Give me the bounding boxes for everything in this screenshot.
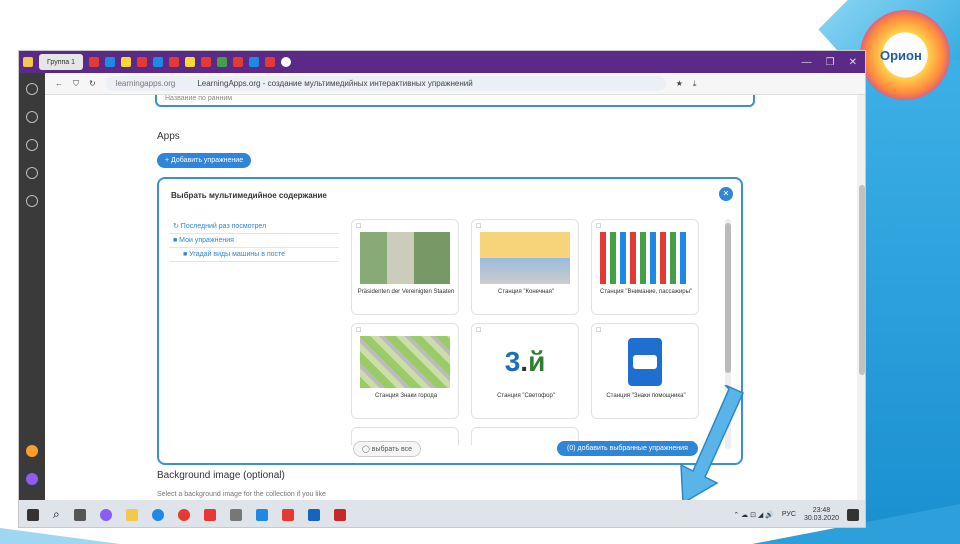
exercise-caption: Станция "Конечная" bbox=[498, 289, 554, 295]
bus-stop-icon bbox=[628, 338, 662, 386]
exercise-card[interactable]: ☐ 3.й Станция "Светофор" bbox=[471, 323, 579, 419]
checkbox[interactable]: ☐ bbox=[596, 223, 601, 230]
taskbar-app-icon[interactable] bbox=[333, 508, 346, 521]
background-heading: Background image (optional) bbox=[157, 470, 285, 481]
exercise-card[interactable]: ☐ Станция Знаки города bbox=[351, 323, 459, 419]
bookmark-icon[interactable]: ★ bbox=[676, 79, 683, 88]
taskbar-app-icon[interactable] bbox=[229, 508, 242, 521]
checkbox[interactable]: ☐ bbox=[596, 327, 601, 334]
slide: Орион Группа 1 — ❐ ✕ ← ⛉ ↻ learningapps.… bbox=[0, 0, 960, 544]
system-tray: ⌃ ☁ ⊡ ◢ 🔊 РУС 23:48 30.03.2020 bbox=[733, 507, 865, 523]
exercise-thumbnail: 3.й bbox=[504, 346, 546, 377]
exercise-card[interactable]: ☐ Станция "Конечная" bbox=[471, 219, 579, 315]
exercise-caption: Станция "Внимание, пассажиры" bbox=[599, 289, 693, 295]
decor-bottom-left bbox=[0, 528, 120, 544]
app-orange-icon[interactable] bbox=[26, 445, 38, 457]
select-all-button[interactable]: ◯ выбрать все bbox=[353, 441, 422, 457]
language-indicator[interactable]: РУС bbox=[782, 511, 796, 518]
taskbar-app-icon[interactable] bbox=[307, 508, 320, 521]
school-logo: Орион bbox=[860, 10, 950, 100]
screenshot-icon[interactable] bbox=[26, 195, 38, 207]
taskbar-app-icon[interactable] bbox=[151, 508, 164, 521]
add-exercise-button[interactable]: + Добавить упражнение bbox=[157, 153, 252, 168]
tree-item-recent[interactable]: ↻ Последний раз посмотрел bbox=[169, 219, 339, 234]
window-controls: — ❐ ✕ bbox=[802, 57, 865, 68]
exercise-thumbnail bbox=[360, 336, 450, 388]
settings-icon[interactable] bbox=[26, 111, 38, 123]
address-bar: ← ⛉ ↻ learningapps.org LearningApps.org … bbox=[45, 73, 865, 95]
pointer-arrow-icon bbox=[680, 385, 744, 505]
collection-title-field[interactable]: Название по ранним bbox=[155, 95, 755, 107]
tab-icon[interactable] bbox=[169, 57, 179, 67]
tab-icon[interactable] bbox=[153, 57, 163, 67]
maximize-button[interactable]: ❐ bbox=[826, 57, 835, 68]
checkbox[interactable]: ☐ bbox=[356, 327, 361, 334]
tab-icon[interactable] bbox=[201, 57, 211, 67]
tab-icon[interactable] bbox=[217, 57, 227, 67]
notification-icon[interactable] bbox=[847, 508, 859, 521]
exercise-thumbnail bbox=[600, 336, 690, 388]
search-icon[interactable]: ⌕ bbox=[53, 507, 60, 522]
download-icon[interactable]: ⤓ bbox=[693, 79, 697, 89]
taskbar-app-icon[interactable] bbox=[203, 508, 216, 521]
page-scrollbar[interactable] bbox=[857, 95, 865, 500]
history-icon[interactable] bbox=[26, 83, 38, 95]
extensions-icon[interactable] bbox=[26, 139, 38, 151]
background-hint: Select a background image for the collec… bbox=[157, 491, 326, 498]
taskbar-app-icon[interactable] bbox=[125, 508, 138, 521]
exercise-caption: Станция "Светофор" bbox=[497, 393, 555, 399]
tab-icon[interactable] bbox=[249, 57, 259, 67]
browser-screenshot: Группа 1 — ❐ ✕ ← ⛉ ↻ learningapps.org Le… bbox=[18, 50, 866, 528]
taskbar-app-icon[interactable] bbox=[177, 508, 190, 521]
exercise-thumbnail bbox=[600, 232, 690, 284]
shield-icon[interactable]: ⛉ bbox=[73, 79, 79, 89]
tab-icon[interactable] bbox=[265, 57, 275, 67]
taskbar-app-icon[interactable] bbox=[255, 508, 268, 521]
exercise-thumbnail bbox=[360, 232, 450, 284]
close-window-button[interactable]: ✕ bbox=[849, 57, 857, 68]
exercise-caption: Станция Знаки города bbox=[374, 393, 438, 399]
back-icon[interactable]: ← bbox=[55, 79, 63, 88]
checkbox[interactable]: ☐ bbox=[476, 223, 481, 230]
checkbox[interactable]: ☐ bbox=[476, 327, 481, 334]
tab-bar: Группа 1 — ❐ ✕ bbox=[19, 51, 865, 73]
tree-item-subfolder[interactable]: ■ Угадай виды машины в посте bbox=[169, 248, 339, 262]
app-icon[interactable] bbox=[23, 57, 33, 67]
url-field[interactable]: learningapps.org LearningApps.org - созд… bbox=[105, 76, 666, 91]
active-tab[interactable]: Группа 1 bbox=[39, 54, 83, 70]
exercise-thumbnail bbox=[480, 232, 570, 284]
tab-icon[interactable] bbox=[121, 57, 131, 67]
reload-icon[interactable]: ↻ bbox=[89, 79, 96, 88]
tab-icon[interactable] bbox=[233, 57, 243, 67]
exercise-caption: Präsidenten der Vereinigten Staaten bbox=[357, 289, 455, 295]
task-view-icon[interactable] bbox=[73, 508, 86, 521]
tray-icons[interactable]: ⌃ ☁ ⊡ ◢ 🔊 bbox=[733, 511, 774, 519]
page-content: Название по ранним Apps + Добавить упраж… bbox=[45, 95, 865, 505]
checkbox[interactable]: ☐ bbox=[356, 223, 361, 230]
tab-icon[interactable] bbox=[185, 57, 195, 67]
clock[interactable]: 23:48 30.03.2020 bbox=[804, 507, 839, 523]
select-content-dialog: Выбрать мультимедийное содержание ✕ ↻ По… bbox=[157, 177, 743, 465]
start-icon[interactable] bbox=[27, 508, 39, 521]
taskbar-app-icon[interactable] bbox=[99, 508, 112, 521]
taskbar: ⌕ ⌃ ☁ ⊡ ◢ 🔊 РУС 23:48 30.03.2020 bbox=[19, 500, 865, 527]
exercise-card[interactable]: ☐ Präsidenten der Vereinigten Staaten bbox=[351, 219, 459, 315]
tab-icon[interactable] bbox=[105, 57, 115, 67]
calendar-icon[interactable] bbox=[26, 167, 38, 179]
tab-icon[interactable] bbox=[89, 57, 99, 67]
tab-icon[interactable] bbox=[137, 57, 147, 67]
folder-tree: ↻ Последний раз посмотрел ■ Мои упражнен… bbox=[169, 219, 339, 262]
apps-heading: Apps bbox=[157, 131, 180, 142]
minimize-button[interactable]: — bbox=[802, 57, 812, 68]
exercise-card[interactable]: ☐ Станция "Внимание, пассажиры" bbox=[591, 219, 699, 315]
taskbar-app-icon[interactable] bbox=[281, 508, 294, 521]
close-dialog-button[interactable]: ✕ bbox=[719, 187, 733, 201]
dialog-title: Выбрать мультимедийное содержание bbox=[171, 191, 327, 200]
new-tab-icon[interactable] bbox=[281, 57, 291, 67]
tree-item-my-exercises[interactable]: ■ Мои упражнения bbox=[169, 234, 339, 248]
browser-sidebar bbox=[19, 73, 45, 513]
app-purple-icon[interactable] bbox=[26, 473, 38, 485]
decor-right bbox=[865, 60, 960, 544]
